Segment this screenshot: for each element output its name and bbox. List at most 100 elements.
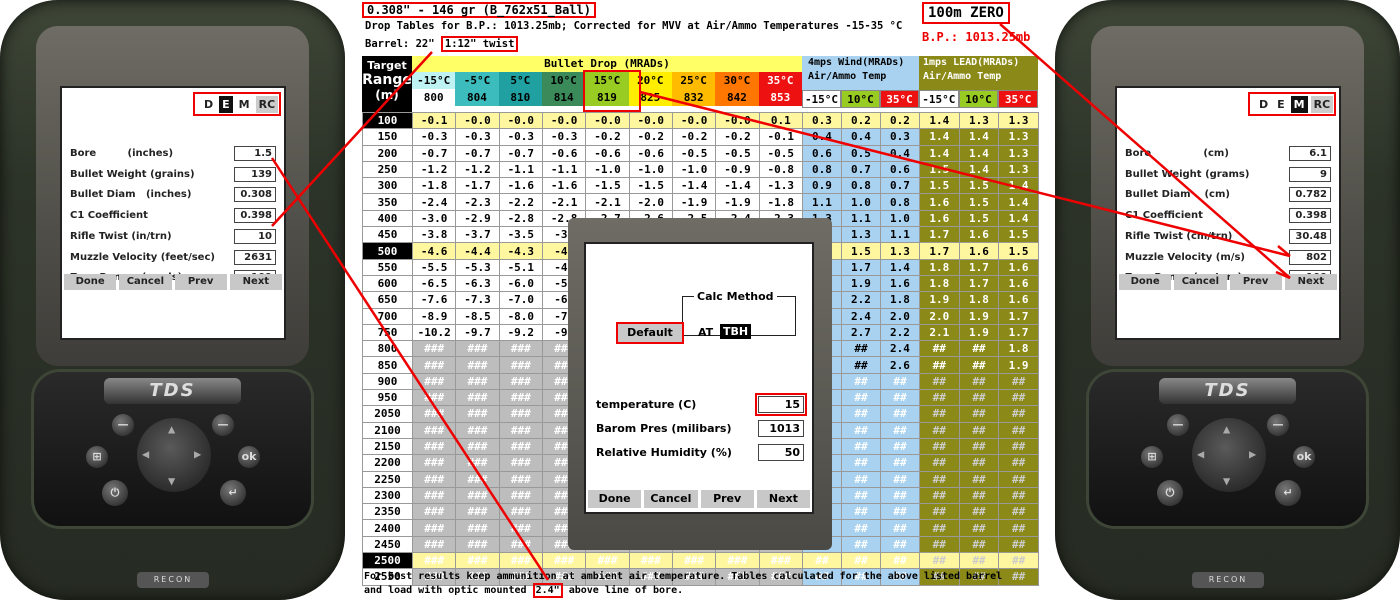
lead-cell: 1.4 (958, 144, 1000, 162)
right-keypad: TDS — — ⊞ ok ⏻ ↵ ▲ ▼ ◀ ▶ (1089, 372, 1366, 526)
wind-cell: ## (879, 372, 920, 391)
popup-field-value[interactable]: 1013 (758, 420, 804, 437)
done-button[interactable]: Done (64, 274, 117, 290)
field-value[interactable]: 802 (1289, 249, 1331, 265)
field-label: Rifle Twist (cm/trn) (1125, 230, 1233, 242)
dash-key[interactable]: — (112, 414, 134, 436)
next-button[interactable]: Next (756, 490, 810, 508)
lead-cell: ## (918, 486, 960, 505)
cancel-button[interactable]: Cancel (119, 274, 172, 290)
drop-cell: -1.8 (411, 177, 457, 195)
done-button[interactable]: Done (1119, 274, 1172, 290)
field-label: C1 Coefficient (70, 210, 148, 222)
enter-key[interactable]: ↵ (1275, 480, 1301, 506)
popup-field-value[interactable]: 15 (755, 393, 807, 416)
dash-key-right[interactable]: — (212, 414, 234, 436)
windows-key[interactable]: ⊞ (1141, 446, 1163, 468)
range-cell: 800 (362, 340, 413, 358)
field-value[interactable]: 0.398 (234, 208, 276, 224)
footer-line2-post: above line of bore. (568, 585, 684, 596)
field-label: Bore (inches) (70, 148, 174, 159)
next-button[interactable]: Next (229, 274, 282, 290)
range-cell: 100 (362, 111, 413, 130)
drop-cell: -1.1 (498, 160, 543, 179)
at-option[interactable]: AT (698, 326, 713, 339)
drop-cell: -2.8 (498, 209, 543, 228)
unit-d[interactable]: D (201, 96, 216, 113)
field-value[interactable]: 9 (1289, 166, 1331, 182)
field-value[interactable]: 0.308 (234, 187, 276, 203)
left-arrow-icon[interactable]: ◀ (142, 447, 149, 461)
dpad[interactable]: ▲ ▼ ◀ ▶ (137, 418, 211, 492)
drop-cell: -1.2 (455, 160, 500, 179)
ok-key[interactable]: ok (238, 446, 260, 468)
enter-key[interactable]: ↵ (220, 480, 246, 506)
cancel-button[interactable]: Cancel (1174, 274, 1227, 290)
right-arrow-icon[interactable]: ▶ (194, 447, 201, 461)
prev-button[interactable]: Prev (1229, 274, 1282, 290)
field-value[interactable]: 0.782 (1289, 187, 1331, 203)
up-arrow-icon[interactable]: ▲ (1223, 422, 1230, 436)
drop-cell: ### (455, 340, 500, 358)
wind-cell: 0.4 (801, 128, 842, 146)
unit-e[interactable]: E (219, 95, 233, 113)
lead-cell: 1.5 (958, 177, 1000, 195)
prev-button[interactable]: Prev (700, 490, 754, 508)
drop-cell: -4.6 (411, 242, 457, 260)
field-row: C1 Coefficient 0.398 (70, 208, 276, 224)
lead-cell: 1.9 (958, 323, 1000, 342)
temp-column-header: 30°C 842 (715, 72, 759, 106)
unit-m[interactable]: M (1290, 95, 1308, 113)
wind-cell: 0.7 (840, 160, 881, 179)
next-button[interactable]: Next (1284, 274, 1337, 290)
cancel-button[interactable]: Cancel (644, 490, 698, 508)
barrel-info: Barrel: 22" 1:12" twist (365, 36, 519, 52)
right-arrow-icon[interactable]: ▶ (1249, 447, 1256, 461)
field-row: Bore (cm) 6.1 (1125, 146, 1331, 162)
drop-cell: ### (541, 552, 587, 570)
wind-header: 4mps Wind(MRADs) Air/Ammo Temp -15°C 10°C… (802, 56, 919, 108)
field-value[interactable]: 6.1 (1289, 146, 1331, 161)
field-value[interactable]: 30.48 (1289, 228, 1331, 244)
lead-cell: 1.5 (998, 242, 1039, 260)
wind-cell: 0.8 (879, 193, 920, 211)
done-button[interactable]: Done (588, 490, 642, 508)
drop-cell: -0.7 (498, 144, 543, 162)
dpad[interactable]: ▲ ▼ ◀ ▶ (1192, 418, 1266, 492)
unit-d[interactable]: D (1256, 96, 1271, 113)
drop-cell: -1.5 (585, 177, 630, 195)
field-row: Bore (inches) 1.5 (70, 146, 276, 162)
field-value[interactable]: 139 (234, 166, 276, 182)
prev-button[interactable]: Prev (174, 274, 227, 290)
unit-rc[interactable]: RC (255, 95, 279, 113)
ok-key[interactable]: ok (1293, 446, 1315, 468)
field-row: Rifle Twist (in/trn) 10 (70, 228, 276, 245)
drop-cell: ### (411, 519, 457, 537)
unit-rc[interactable]: RC (1310, 95, 1334, 113)
field-value[interactable]: 10 (234, 228, 276, 244)
left-device-bezel: D E M RC Bore (inches) 1.5 Bullet Weight (… (36, 26, 309, 366)
field-value[interactable]: 0.398 (1289, 208, 1331, 224)
drop-cell: -0.3 (455, 128, 500, 146)
down-arrow-icon[interactable]: ▼ (168, 474, 175, 488)
field-value[interactable]: 2631 (234, 249, 276, 265)
power-key[interactable]: ⏻ (102, 480, 128, 506)
range-cell: 450 (362, 226, 413, 244)
drop-cell: -3.0 (411, 209, 457, 228)
dash-key-right[interactable]: — (1267, 414, 1289, 436)
tbh-option[interactable]: TBH (720, 324, 752, 339)
power-key[interactable]: ⏻ (1157, 480, 1183, 506)
unit-m[interactable]: M (236, 96, 253, 113)
field-value[interactable]: 1.5 (234, 146, 276, 161)
left-arrow-icon[interactable]: ◀ (1197, 447, 1204, 461)
lead-cell: 1.7 (998, 323, 1039, 342)
down-arrow-icon[interactable]: ▼ (1223, 474, 1230, 488)
velocity-label: 804 (455, 89, 499, 106)
drop-cell: -0.5 (715, 144, 760, 162)
dash-key[interactable]: — (1167, 414, 1189, 436)
windows-key[interactable]: ⊞ (86, 446, 108, 468)
default-button[interactable]: Default (616, 322, 684, 344)
up-arrow-icon[interactable]: ▲ (168, 422, 175, 436)
popup-field-value[interactable]: 50 (758, 444, 804, 461)
unit-e[interactable]: E (1274, 96, 1288, 113)
